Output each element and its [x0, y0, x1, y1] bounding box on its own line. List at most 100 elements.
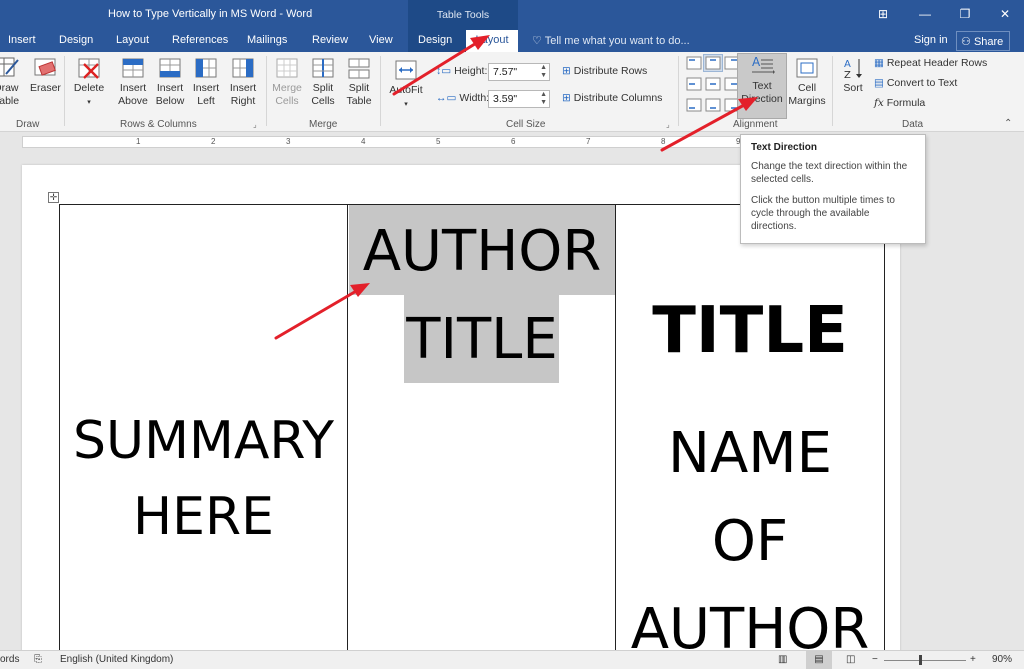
align-top-center-icon [705, 56, 721, 70]
text-direction-icon: A [752, 55, 775, 74]
insert-below-button[interactable]: Insert Below [151, 56, 189, 108]
dropdown-caret-icon: ▾ [87, 99, 91, 106]
ribbon-display-options-icon[interactable]: ⊞ [868, 4, 898, 24]
ruler-number: 2 [211, 137, 216, 146]
sort-icon: AZ [844, 59, 862, 80]
convert-to-text-button[interactable]: ▤ Convert to Text [874, 77, 957, 89]
column-width-icon: ↔▭ [436, 92, 457, 104]
cell-text-author-name[interactable]: AUTHOR [616, 594, 884, 650]
formula-icon: fx [874, 97, 884, 109]
spinner-arrows-icon[interactable]: ▲ ▼ [540, 91, 547, 107]
eraser-button[interactable]: Eraser [30, 56, 61, 95]
zoom-level[interactable]: 90% [992, 654, 1012, 665]
zoom-out-icon[interactable]: − [872, 654, 878, 665]
insert-above-button[interactable]: Insert Above [114, 56, 152, 108]
tell-me-search[interactable]: ♡ Tell me what you want to do... [532, 34, 690, 47]
spinner-arrows-icon[interactable]: ▲ ▼ [540, 64, 547, 80]
align-bottom-left-button[interactable] [685, 97, 703, 113]
sign-in-link[interactable]: Sign in [914, 34, 948, 46]
dialog-launcher-icon[interactable]: ⌟ [666, 120, 670, 129]
split-cells-button[interactable]: Split Cells [306, 56, 340, 108]
zoom-in-icon[interactable]: + [970, 654, 976, 665]
cell-text-name[interactable]: NAME [616, 418, 884, 490]
formula-label: Formula [886, 97, 926, 109]
ruler-number: 3 [286, 137, 291, 146]
zoom-slider[interactable] [884, 660, 966, 661]
text-direction-label: Text Direction [741, 80, 783, 105]
formula-button[interactable]: fx Formula [874, 97, 925, 109]
dialog-launcher-icon[interactable]: ⌟ [253, 120, 257, 129]
text-direction-button[interactable]: A Text Direction [737, 53, 787, 119]
tab-table-design[interactable]: Design [418, 34, 452, 46]
width-input[interactable]: 3.59" ▲ ▼ [488, 90, 550, 108]
align-middle-center-button[interactable] [704, 76, 722, 92]
tab-layout[interactable]: Layout [116, 34, 149, 46]
ruler-number: 4 [361, 137, 366, 146]
title-bar: Table Tools How to Type Vertically in MS… [0, 0, 1024, 30]
document-title: How to Type Vertically in MS Word - Word [108, 8, 313, 20]
ruler-number: 8 [661, 137, 666, 146]
table-move-handle-icon[interactable]: ✛ [48, 192, 59, 203]
align-top-left-icon [686, 56, 702, 70]
cell-margins-label: Cell Margins [788, 82, 826, 107]
minimize-button[interactable]: — [910, 4, 940, 24]
height-input[interactable]: 7.57" ▲ ▼ [488, 63, 550, 81]
tab-view[interactable]: View [369, 34, 393, 46]
cell-margins-button[interactable]: Cell Margins [788, 56, 826, 108]
zoom-slider-thumb[interactable] [919, 655, 922, 665]
read-mode-icon[interactable]: ▥ [778, 654, 787, 665]
draw-table-button[interactable]: Draw Table [0, 56, 26, 108]
tab-mailings[interactable]: Mailings [247, 34, 287, 46]
repeat-header-rows-button[interactable]: ▦ Repeat Header Rows [874, 57, 987, 69]
width-control: ↔▭ Width: [436, 92, 489, 104]
align-middle-left-button[interactable] [685, 76, 703, 92]
web-layout-icon[interactable]: ◫ [846, 654, 855, 665]
autofit-button[interactable]: AutoFit ▾ [386, 58, 426, 111]
align-top-center-button[interactable] [703, 54, 723, 72]
cell-text-of[interactable]: OF [616, 506, 884, 578]
height-value: 7.57" [493, 66, 518, 78]
print-layout-icon[interactable]: ▤ [806, 651, 832, 669]
align-top-left-button[interactable] [685, 55, 703, 71]
distribute-rows-button[interactable]: ⊞ Distribute Rows [562, 65, 647, 77]
width-value: 3.59" [493, 93, 518, 105]
column-border[interactable] [347, 205, 348, 665]
insert-left-icon [195, 58, 217, 78]
insert-right-button[interactable]: Insert Right [224, 56, 262, 108]
tooltip-hint: Click the button multiple times to cycle… [751, 195, 895, 232]
tab-design[interactable]: Design [59, 34, 93, 46]
share-button[interactable]: ⚇ Share [956, 31, 1010, 51]
insert-right-icon [232, 58, 254, 78]
proofing-icon[interactable]: ⎘ [34, 654, 42, 665]
ruler-strip[interactable]: 1 2 3 4 5 6 7 8 9 [22, 136, 782, 148]
merge-cells-button[interactable]: Merge Cells [270, 56, 304, 108]
close-button[interactable]: ✕ [990, 4, 1020, 24]
ruler-number: 7 [586, 137, 591, 146]
share-label: Share [973, 36, 1004, 48]
delete-button[interactable]: Delete ▾ [70, 56, 108, 109]
text-direction-tooltip: Text Direction Change the text direction… [740, 134, 926, 244]
insert-left-button[interactable]: Insert Left [188, 56, 224, 108]
insert-above-icon [122, 58, 144, 78]
cell-text-title[interactable]: TITLE [349, 306, 615, 374]
repeat-header-rows-label: Repeat Header Rows [886, 57, 988, 69]
ribbon-separator [380, 56, 381, 126]
tab-review[interactable]: Review [312, 34, 348, 46]
collapse-ribbon-icon[interactable]: ⌃ [1004, 118, 1012, 129]
distribute-columns-button[interactable]: ⊞ Distribute Columns [562, 92, 662, 104]
word-count[interactable]: ords [0, 654, 19, 665]
language-status[interactable]: English (United Kingdom) [60, 654, 173, 665]
tab-insert[interactable]: Insert [8, 34, 36, 46]
delete-table-icon [78, 58, 100, 79]
split-table-button[interactable]: Split Table [342, 56, 376, 108]
restore-button[interactable]: ❐ [950, 4, 980, 24]
sort-button[interactable]: AZ Sort [838, 56, 868, 95]
align-bottom-center-button[interactable] [704, 97, 722, 113]
tab-references[interactable]: References [172, 34, 228, 46]
tab-table-layout[interactable]: Layout [466, 30, 518, 52]
cell-text-here[interactable]: HERE [60, 482, 347, 552]
cell-text-author[interactable]: AUTHOR [349, 218, 615, 286]
svg-text:A: A [752, 55, 761, 69]
cell-text-bold-title[interactable]: TITLE [616, 292, 884, 370]
cell-text-summary[interactable]: SUMMARY [60, 406, 347, 476]
